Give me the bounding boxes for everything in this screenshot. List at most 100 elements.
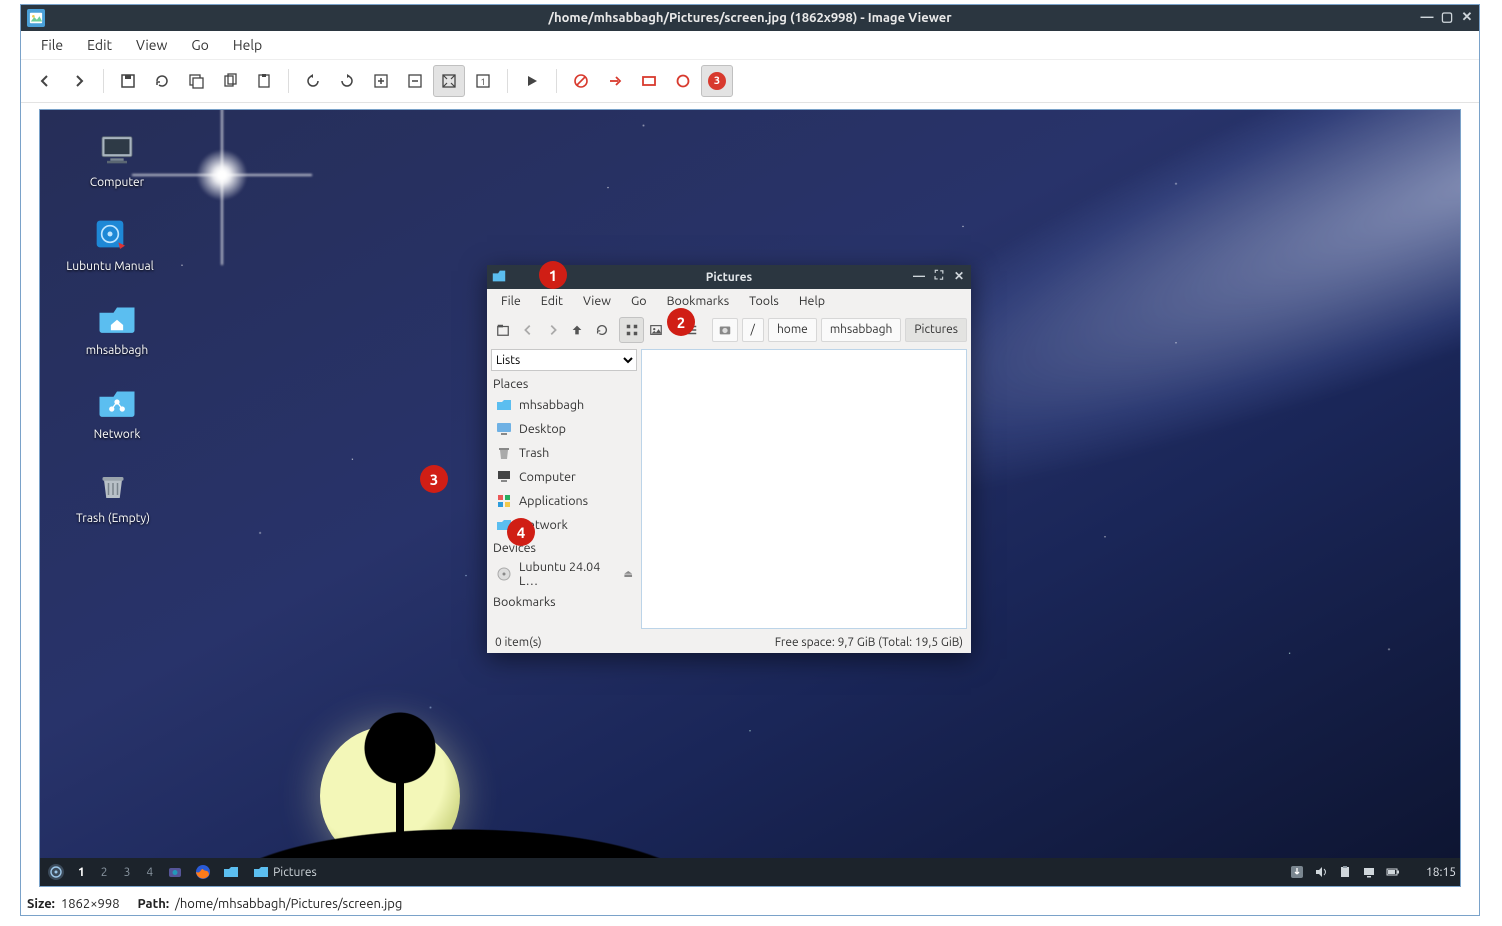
fm-up-button[interactable] xyxy=(565,317,590,343)
viewer-title-text: /home/mhsabbagh/Pictures/screen.jpg (186… xyxy=(548,11,951,25)
desktop-icon-label: Computer xyxy=(90,176,144,189)
workspace-4[interactable]: 4 xyxy=(140,864,159,881)
fm-menu-edit[interactable]: Edit xyxy=(531,291,573,311)
desktop-icon-home[interactable]: mhsabbagh xyxy=(62,296,172,357)
tray-volume-icon[interactable] xyxy=(1312,863,1330,881)
crumb-slash[interactable]: / xyxy=(742,318,764,342)
fm-reload-button[interactable] xyxy=(589,317,614,343)
fm-app-icon xyxy=(491,268,509,286)
screenshot-launcher[interactable] xyxy=(164,861,186,883)
folder-icon xyxy=(495,396,513,414)
tray-clipboard-icon[interactable] xyxy=(1336,863,1354,881)
tray-network-icon[interactable] xyxy=(1360,863,1378,881)
fm-thumb-view-button[interactable] xyxy=(644,317,669,343)
toolbar-separator xyxy=(507,69,508,93)
apps-icon xyxy=(495,492,513,510)
desktop-icon-computer[interactable]: Computer xyxy=(62,128,172,189)
zoom-out-button[interactable] xyxy=(399,65,431,97)
annotate-none-button[interactable] xyxy=(565,65,597,97)
desktop-icon-network[interactable]: Network xyxy=(62,380,172,441)
menu-edit[interactable]: Edit xyxy=(75,33,124,57)
workspace-2[interactable]: 2 xyxy=(95,864,114,881)
fm-place-computer[interactable]: Computer xyxy=(487,465,641,489)
minimize-button[interactable]: — xyxy=(1419,9,1435,25)
annotate-number-button[interactable]: 3 xyxy=(701,65,733,97)
fm-menu-go[interactable]: Go xyxy=(621,291,657,311)
desktop-icon-label: Trash (Empty) xyxy=(76,512,150,525)
desktop-icon-label: Network xyxy=(94,428,141,441)
crumb-root[interactable] xyxy=(712,318,738,342)
reload-button[interactable] xyxy=(146,65,178,97)
zoom-fit-button[interactable] xyxy=(433,65,465,97)
desktop-icon-label: Lubuntu Manual xyxy=(66,260,154,273)
task-pictures[interactable]: Pictures xyxy=(247,862,323,882)
svg-text:1: 1 xyxy=(480,77,485,87)
workspace-3[interactable]: 3 xyxy=(118,864,137,881)
nav-forward-button[interactable] xyxy=(63,65,95,97)
menu-go[interactable]: Go xyxy=(179,33,220,57)
viewer-menu-bar: File Edit View Go Help xyxy=(21,31,1479,59)
tray-battery-icon[interactable] xyxy=(1384,863,1402,881)
fm-icon-view-button[interactable] xyxy=(619,317,644,343)
fm-menu-bookmarks[interactable]: Bookmarks xyxy=(657,291,740,311)
annotate-circle-button[interactable] xyxy=(667,65,699,97)
copy-button[interactable] xyxy=(214,65,246,97)
fm-file-pane[interactable] xyxy=(641,349,967,629)
fm-new-tab-button[interactable] xyxy=(491,317,516,343)
fm-forward-button[interactable] xyxy=(540,317,565,343)
zoom-original-button[interactable]: 1 xyxy=(467,65,499,97)
computer-icon xyxy=(495,468,513,486)
nav-back-button[interactable] xyxy=(29,65,61,97)
firefox-launcher[interactable] xyxy=(192,861,214,883)
fm-menu-file[interactable]: File xyxy=(491,291,531,311)
annotate-rect-button[interactable] xyxy=(633,65,665,97)
app-menu-button[interactable] xyxy=(45,861,67,883)
toolbar-separator xyxy=(288,69,289,93)
fm-places-header: Places xyxy=(487,373,641,393)
annotate-arrow-button[interactable] xyxy=(599,65,631,97)
fm-place-trash[interactable]: Trash xyxy=(487,441,641,465)
fm-place-applications[interactable]: Applications xyxy=(487,489,641,513)
crumb-pictures[interactable]: Pictures xyxy=(905,318,967,342)
taskbar-clock[interactable]: 18:15 xyxy=(1426,866,1456,879)
fm-place-home[interactable]: mhsabbagh xyxy=(487,393,641,417)
slideshow-button[interactable] xyxy=(516,65,548,97)
fm-menu-tools[interactable]: Tools xyxy=(739,291,789,311)
fm-sidebar: Lists Places mhsabbagh Desktop Trash Com… xyxy=(487,347,641,631)
fm-side-mode-select[interactable]: Lists xyxy=(491,349,637,371)
annotation-badge-4: 4 xyxy=(507,518,535,546)
crumb-home[interactable]: home xyxy=(768,318,817,342)
fm-status-bar: 0 item(s) Free space: 9,7 GiB (Total: 19… xyxy=(487,631,971,653)
fm-device-lubuntu[interactable]: Lubuntu 24.04 L…⏏ xyxy=(487,557,641,591)
save-as-button[interactable] xyxy=(180,65,212,97)
paste-button[interactable] xyxy=(248,65,280,97)
fm-minimize-button[interactable]: — xyxy=(911,268,927,284)
menu-view[interactable]: View xyxy=(124,33,179,57)
toolbar-separator xyxy=(556,69,557,93)
crumb-user[interactable]: mhsabbagh xyxy=(821,318,902,342)
image-canvas[interactable]: Computer Lubuntu Manual mhsabbagh Networ… xyxy=(39,109,1461,887)
fm-menu-view[interactable]: View xyxy=(573,291,621,311)
close-button[interactable]: ✕ xyxy=(1459,9,1475,25)
rotate-ccw-button[interactable] xyxy=(297,65,329,97)
fm-menu-help[interactable]: Help xyxy=(789,291,835,311)
menu-help[interactable]: Help xyxy=(221,33,274,57)
maximize-button[interactable]: ▢ xyxy=(1439,9,1455,25)
zoom-in-button[interactable] xyxy=(365,65,397,97)
fm-place-desktop[interactable]: Desktop xyxy=(487,417,641,441)
fm-title-text: Pictures xyxy=(706,271,752,284)
eject-icon[interactable]: ⏏ xyxy=(624,568,633,580)
tray-updater-icon[interactable] xyxy=(1288,863,1306,881)
fm-maximize-button[interactable]: ⛶ xyxy=(931,268,947,284)
menu-file[interactable]: File xyxy=(29,33,75,57)
save-button[interactable] xyxy=(112,65,144,97)
taskbar: 1 2 3 4 Pictures 18:15 xyxy=(40,858,1460,886)
desktop-icon-trash[interactable]: Trash (Empty) xyxy=(58,464,168,525)
desktop-icon-label: mhsabbagh xyxy=(86,344,149,357)
rotate-cw-button[interactable] xyxy=(331,65,363,97)
fm-back-button[interactable] xyxy=(516,317,541,343)
desktop-icon-lubuntu-manual[interactable]: Lubuntu Manual xyxy=(55,212,165,273)
fm-close-button[interactable]: ✕ xyxy=(951,268,967,284)
files-launcher[interactable] xyxy=(220,861,242,883)
workspace-1[interactable]: 1 xyxy=(72,864,91,881)
